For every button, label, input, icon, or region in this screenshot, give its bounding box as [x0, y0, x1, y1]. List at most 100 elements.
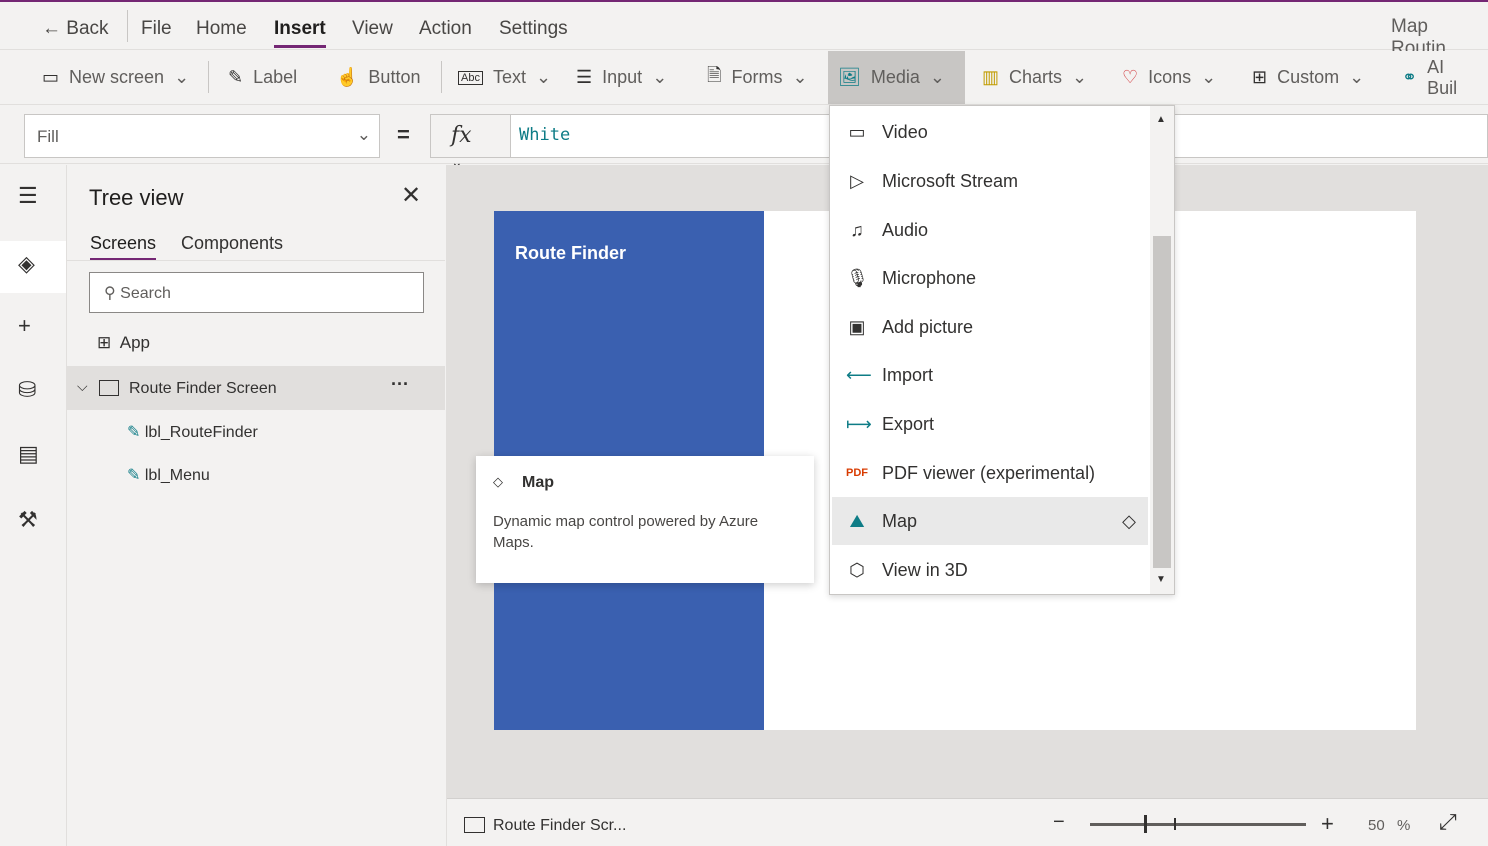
scroll-up-icon[interactable]: ▲: [1156, 114, 1166, 125]
search-input[interactable]: ⚲ Search: [89, 272, 424, 313]
menu-item-microphone[interactable]: 🎙 Microphone: [832, 254, 1148, 302]
menu-item-import[interactable]: ⟵ Import: [832, 351, 1148, 399]
icons-button[interactable]: ♡ Icons ⌄: [1112, 51, 1226, 104]
button-label: Button: [368, 67, 421, 87]
chevron-down-icon: ⌄: [356, 125, 371, 144]
fx-button[interactable]: fx ⌄: [431, 115, 511, 171]
formula-value: White: [519, 125, 571, 145]
zoom-unit: %: [1397, 817, 1411, 834]
media-dropdown-menu: ▭ Video ▷ Microsoft Stream ♫ Audio 🎙 Microph…: [829, 105, 1175, 595]
fit-to-window-icon[interactable]: ⤢: [1439, 809, 1457, 835]
custom-label: Custom: [1277, 67, 1340, 87]
media-button[interactable]: 🖼 Media ⌄: [828, 51, 965, 104]
menu-item-label: Map: [882, 510, 918, 531]
scrollbar-thumb[interactable]: [1153, 236, 1171, 568]
tree-view-panel: Tree view ✕ Screens Components ⚲ Search …: [67, 165, 447, 846]
divider: [208, 61, 209, 93]
divider: [67, 260, 445, 261]
text-label: Text: [492, 67, 526, 87]
forms-button[interactable]: 🗎 Forms ⌄: [697, 51, 818, 104]
chevron-down-icon: ⌄: [1201, 67, 1217, 87]
property-dropdown[interactable]: Fill ⌄: [24, 114, 380, 158]
left-rail: ☰ ◈ + ⛁ ▤ ⚒: [0, 165, 67, 846]
new-screen-button[interactable]: ▭ New screen ⌄: [32, 51, 199, 104]
menu-item-map[interactable]: ⛰ Map ◇: [832, 497, 1148, 545]
hamburger-icon[interactable]: ☰: [18, 183, 38, 209]
menu-action[interactable]: Action: [419, 18, 472, 40]
premium-diamond-icon: ◇: [1122, 510, 1136, 531]
tools-icon[interactable]: ⚒: [18, 507, 38, 533]
chevron-down-icon: ⌄: [792, 67, 808, 87]
tree-item-lbl-routefinder[interactable]: ✎ lbl_RouteFinder: [127, 422, 258, 442]
new-screen-icon: ▭: [42, 67, 60, 87]
scrollbar[interactable]: ▲ ▼: [1150, 106, 1174, 594]
chevron-down-icon: ⌄: [652, 67, 668, 87]
bar-chart-icon: ▥: [982, 67, 1000, 87]
menu-item-video[interactable]: ▭ Video: [832, 108, 1148, 156]
divider: [127, 10, 128, 42]
menu-item-microsoft-stream[interactable]: ▷ Microsoft Stream: [832, 157, 1148, 205]
equals-sign: =: [397, 122, 410, 147]
chevron-down-icon: ⌄: [929, 67, 945, 87]
image-icon: 🖼: [838, 67, 861, 87]
property-value: Fill: [37, 127, 59, 146]
close-icon[interactable]: ✕: [401, 181, 421, 210]
menu-home[interactable]: Home: [196, 18, 247, 40]
menu-view[interactable]: View: [352, 18, 393, 40]
label-icon: ✎: [127, 424, 141, 441]
form-icon: 🗎: [707, 64, 722, 85]
scroll-down-icon[interactable]: ▼: [1156, 574, 1166, 585]
route-finder-label[interactable]: Route Finder: [515, 243, 626, 264]
status-bar: Route Finder Scr... − + 50 % ⤢: [447, 798, 1488, 846]
tree-item-app[interactable]: ⊞ App: [97, 333, 150, 353]
menu-item-label: Microsoft Stream: [882, 170, 1019, 191]
stream-icon: ▷: [850, 170, 864, 191]
ai-builder-button[interactable]: ⚭ AI Buil: [1392, 51, 1488, 104]
database-icon[interactable]: ⛁: [18, 377, 36, 403]
menu-item-add-picture[interactable]: ▣ Add picture: [832, 303, 1148, 351]
menu-insert[interactable]: Insert: [274, 18, 326, 48]
tree-item-route-finder-screen[interactable]: ⌵ Route Finder Screen ···: [67, 366, 445, 410]
text-button[interactable]: Abc Text ⌄: [448, 51, 561, 104]
tree-item-label: lbl_RouteFinder: [144, 424, 258, 441]
plus-icon[interactable]: +: [18, 313, 31, 339]
button-icon: ☝: [336, 67, 359, 87]
tab-components[interactable]: Components: [181, 233, 283, 254]
tab-screens[interactable]: Screens: [90, 233, 157, 261]
back-button[interactable]: ← Back: [42, 18, 109, 40]
tree-item-lbl-menu[interactable]: ✎ lbl_Menu: [127, 465, 210, 485]
icons-label: Icons: [1148, 67, 1192, 87]
menu-item-view-in-3d[interactable]: ⬡ View in 3D: [832, 546, 1148, 594]
menu-item-export[interactable]: ⟼ Export: [832, 400, 1148, 448]
menu-item-pdf-viewer[interactable]: PDF PDF viewer (experimental): [832, 449, 1148, 497]
label-label: Label: [253, 67, 298, 87]
app-icon: ⊞: [97, 333, 112, 352]
menu-settings[interactable]: Settings: [499, 18, 568, 40]
layers-icon[interactable]: ◈: [18, 251, 35, 277]
zoom-slider[interactable]: [1090, 815, 1306, 833]
tree-item-label: Route Finder Screen: [129, 380, 277, 397]
export-icon: ⟼: [846, 413, 872, 434]
divider: [441, 61, 442, 93]
menu-file[interactable]: File: [141, 18, 172, 40]
button-button[interactable]: ☝ Button: [326, 51, 430, 104]
input-button[interactable]: ☰ Input ⌄: [566, 51, 677, 104]
label-button[interactable]: ✎ Label: [218, 51, 307, 104]
chevron-down-icon[interactable]: ⌵: [77, 378, 88, 395]
sliders-icon: ☰: [576, 67, 593, 87]
menu-item-audio[interactable]: ♫ Audio: [832, 206, 1148, 254]
search-icon: ⚲: [104, 285, 116, 302]
map-tooltip: ◇ Map Dynamic map control powered by Azu…: [476, 456, 814, 583]
zoom-in-button[interactable]: +: [1321, 811, 1334, 837]
current-screen-label[interactable]: Route Finder Scr...: [493, 817, 626, 835]
zoom-out-button[interactable]: −: [1053, 811, 1065, 834]
media-icon[interactable]: ▤: [18, 441, 39, 467]
premium-diamond-icon: ◇: [493, 474, 503, 489]
add-picture-icon: ▣: [848, 316, 866, 337]
charts-button[interactable]: ▥ Charts ⌄: [972, 51, 1097, 104]
custom-button[interactable]: ⊞ Custom ⌄: [1242, 51, 1374, 104]
zoom-slider-thumb[interactable]: [1144, 815, 1147, 833]
more-options-icon[interactable]: ···: [391, 374, 409, 395]
menu-item-label: Microphone: [882, 267, 977, 288]
zoom-percent: 50: [1368, 817, 1385, 834]
